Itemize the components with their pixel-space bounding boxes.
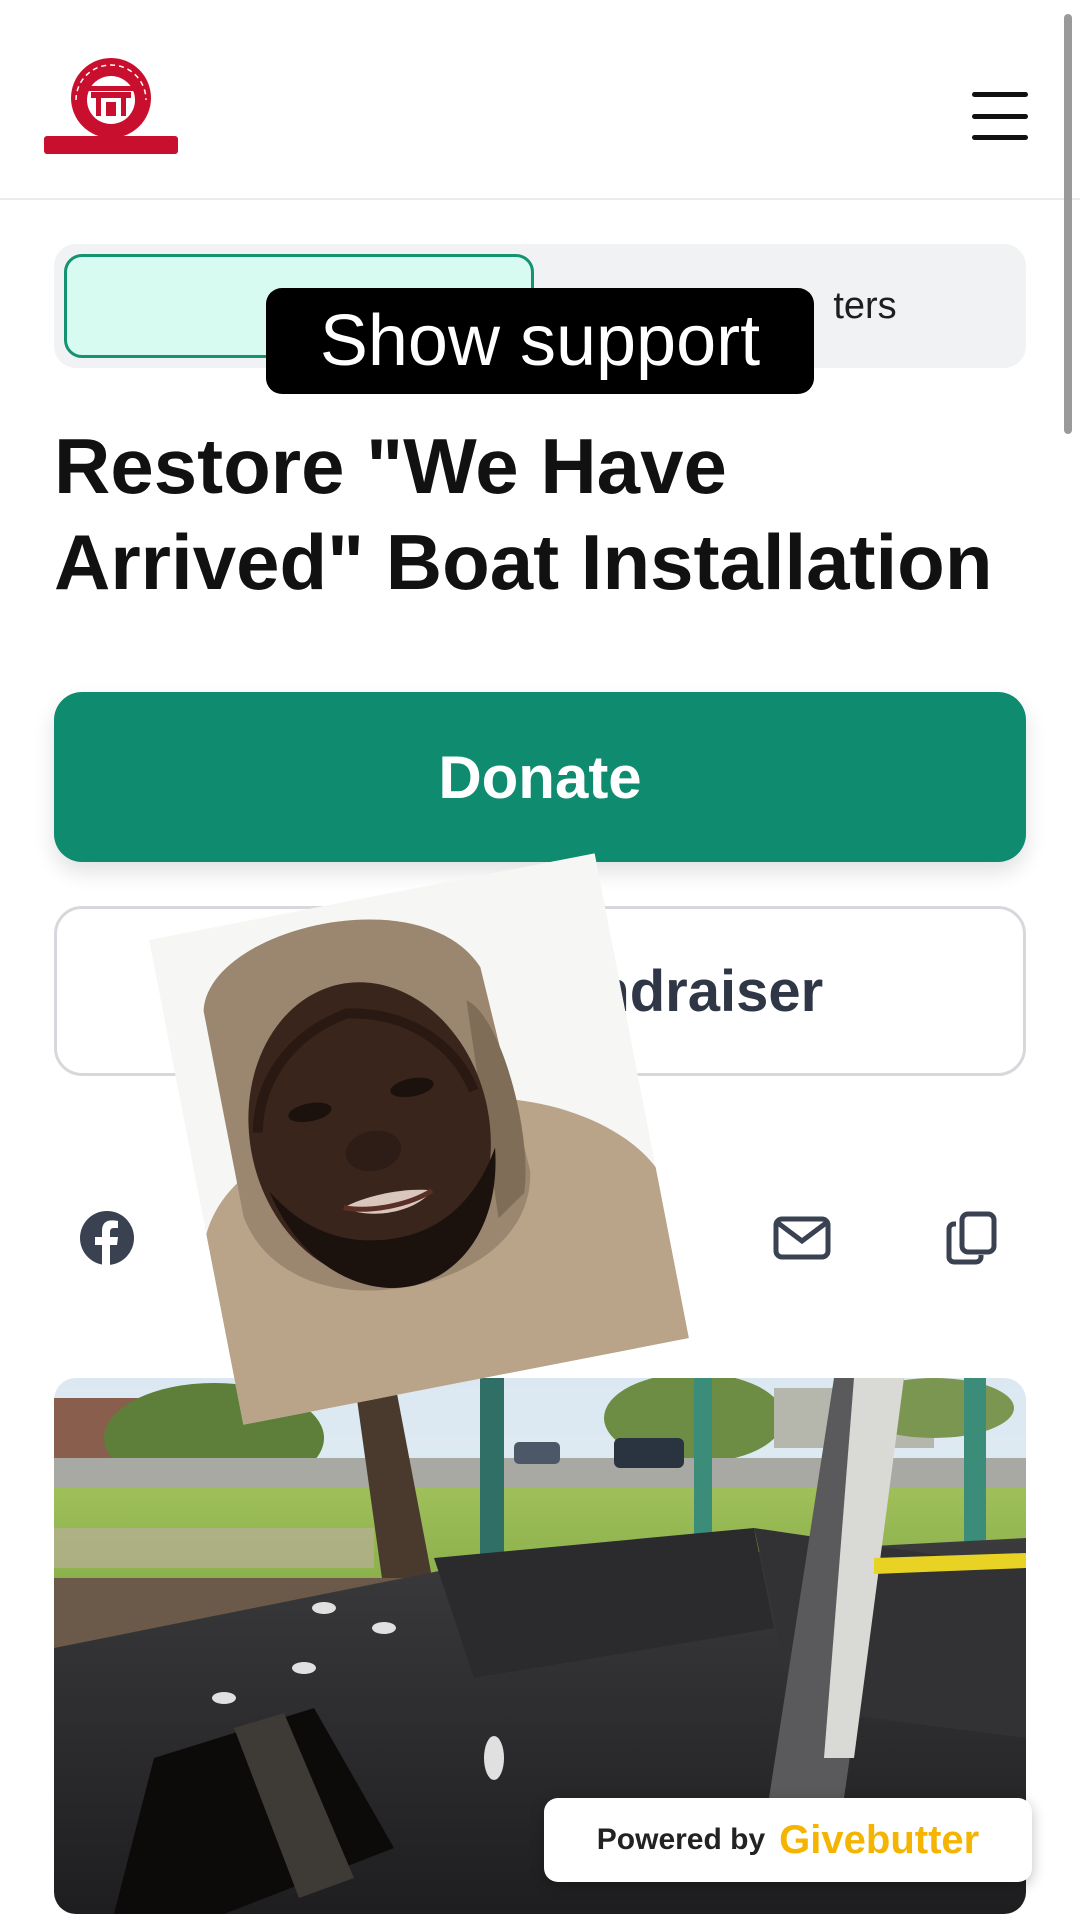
video-caption: Show support — [266, 288, 814, 394]
site-header — [0, 0, 1080, 200]
powered-by-text: Powered by — [596, 1823, 766, 1856]
menu-bar — [972, 92, 1028, 97]
tab-supporters-label: ters — [833, 284, 897, 327]
campaign-title: Restore "We Have Arrived" Boat Installat… — [54, 422, 993, 606]
donate-button[interactable]: Donate — [54, 692, 1026, 862]
organization-logo[interactable] — [44, 52, 178, 156]
givebutter-wordmark: Givebutter — [779, 1817, 980, 1862]
creator-video-overlay — [149, 853, 689, 1425]
scrollbar[interactable] — [1064, 14, 1072, 434]
copy-link-icon[interactable] — [942, 1208, 1002, 1268]
facebook-icon[interactable] — [77, 1208, 137, 1268]
powered-by-givebutter-badge[interactable]: Powered by Givebutter — [544, 1798, 1032, 1882]
menu-bar — [972, 135, 1028, 140]
hamburger-menu-icon[interactable] — [972, 92, 1028, 140]
menu-bar — [972, 113, 1028, 119]
email-icon[interactable] — [772, 1208, 832, 1268]
